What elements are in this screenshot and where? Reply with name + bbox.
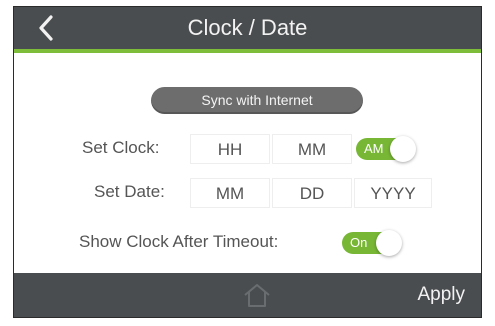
show-clock-toggle[interactable]: On xyxy=(342,230,402,256)
am-pm-toggle[interactable]: AM xyxy=(356,136,416,162)
am-pm-toggle-label: AM xyxy=(364,141,384,156)
footer-bar: Apply xyxy=(14,273,481,317)
show-clock-label: Show Clock After Timeout: xyxy=(79,232,279,251)
toggle-knob xyxy=(390,136,416,162)
home-button[interactable] xyxy=(242,281,272,309)
set-date-label: Set Date: xyxy=(94,182,165,201)
sync-with-internet-button[interactable]: Sync with Internet xyxy=(151,87,363,114)
home-icon xyxy=(244,284,270,307)
device-screen: Clock / Date Sync with Internet Set Cloc… xyxy=(13,6,482,318)
show-clock-toggle-label: On xyxy=(350,235,368,250)
hour-input[interactable]: HH xyxy=(190,134,270,164)
toggle-knob xyxy=(376,230,402,256)
year-input[interactable]: YYYY xyxy=(354,178,432,208)
minute-input[interactable]: MM xyxy=(272,134,352,164)
day-input[interactable]: DD xyxy=(272,178,352,208)
set-clock-label: Set Clock: xyxy=(82,138,160,157)
apply-button[interactable]: Apply xyxy=(417,273,465,317)
header-bar: Clock / Date xyxy=(14,7,481,53)
month-input[interactable]: MM xyxy=(190,178,270,208)
page-title: Clock / Date xyxy=(187,15,308,40)
